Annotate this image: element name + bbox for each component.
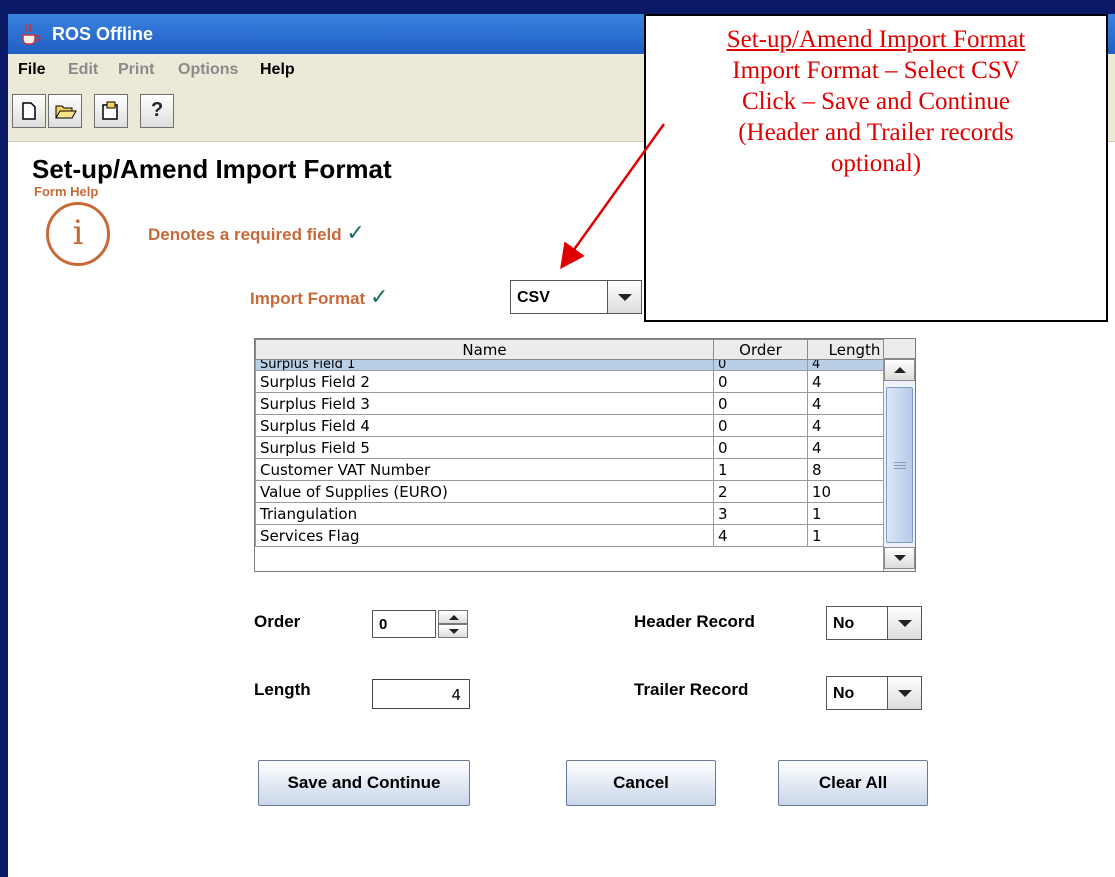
- length-label: Length: [254, 680, 311, 699]
- chevron-down-icon[interactable]: [887, 607, 921, 639]
- table-row[interactable]: Surplus Field 204: [255, 370, 902, 393]
- form-help-label[interactable]: Form Help: [34, 184, 98, 199]
- instruction-callout: Set-up/Amend Import Format Import Format…: [644, 14, 1108, 322]
- grip-icon: [894, 462, 906, 463]
- fields-table[interactable]: Name Order Length Surplus Field 1 0 4 Surpl…: [254, 338, 916, 572]
- chevron-down-icon[interactable]: [607, 281, 641, 313]
- callout-line: optional): [830, 150, 922, 177]
- cell-order[interactable]: 0: [713, 436, 808, 459]
- trailer-record-value: No: [833, 685, 855, 702]
- cell-name[interactable]: Triangulation: [255, 502, 714, 525]
- cell-order[interactable]: 0: [713, 359, 808, 371]
- import-format-select[interactable]: CSV: [510, 280, 642, 314]
- table-scrollbar[interactable]: [883, 359, 915, 571]
- help-button[interactable]: ?: [140, 94, 174, 128]
- open-button[interactable]: [48, 94, 82, 128]
- cell-order[interactable]: 0: [713, 414, 808, 437]
- table-row[interactable]: Surplus Field 504: [255, 436, 902, 459]
- check-icon: ✓: [369, 284, 389, 309]
- desktop-edge: [0, 0, 8, 877]
- table-row[interactable]: Surplus Field 104: [255, 359, 902, 371]
- order-label: Order: [254, 612, 301, 631]
- cell-order[interactable]: 0: [713, 370, 808, 393]
- order-spinner[interactable]: 0: [372, 610, 470, 638]
- menu-edit[interactable]: Edit: [68, 61, 98, 79]
- column-header-name[interactable]: Name: [255, 339, 714, 360]
- page-title: Set-up/Amend Import Format: [32, 154, 392, 184]
- save-and-continue-button[interactable]: Save and Continue: [258, 760, 470, 806]
- help-icon: ?: [151, 99, 164, 121]
- header-record-select[interactable]: No: [826, 606, 922, 640]
- cell-name[interactable]: Surplus Field 3: [255, 392, 714, 415]
- scroll-down-button[interactable]: [884, 547, 915, 569]
- table-row[interactable]: Surplus Field 304: [255, 392, 902, 415]
- required-note-text: Denotes a required field: [148, 225, 342, 244]
- table-corner: [883, 339, 915, 359]
- menu-print[interactable]: Print: [118, 61, 154, 79]
- menu-options[interactable]: Options: [178, 61, 238, 79]
- spinner-down-button[interactable]: [438, 624, 468, 638]
- import-button[interactable]: [94, 94, 128, 128]
- callout-line: (Header and Trailer records: [738, 119, 1014, 146]
- new-button[interactable]: [12, 94, 46, 128]
- table-row[interactable]: Triangulation 3 1: [255, 502, 902, 525]
- required-field-note: Denotes a required field ✓: [148, 220, 365, 246]
- length-field[interactable]: 4: [372, 679, 470, 709]
- menu-help[interactable]: Help: [260, 61, 295, 79]
- clear-all-button[interactable]: Clear All: [778, 760, 928, 806]
- order-value[interactable]: 0: [372, 610, 436, 638]
- table-row[interactable]: Customer VAT Number 1 8: [255, 458, 902, 481]
- chevron-down-icon[interactable]: [887, 677, 921, 709]
- import-format-label: Import Format ✓: [250, 284, 388, 310]
- cell-order[interactable]: 1: [713, 458, 808, 481]
- cell-name[interactable]: Customer VAT Number: [255, 458, 714, 481]
- import-format-label-text: Import Format: [250, 289, 366, 308]
- import-format-value: CSV: [517, 289, 550, 306]
- callout-line: Click – Save and Continue: [741, 88, 1011, 115]
- spinner-up-button[interactable]: [438, 610, 468, 624]
- info-icon[interactable]: i: [46, 202, 110, 266]
- callout-line: Import Format – Select CSV: [732, 57, 1020, 84]
- header-record-value: No: [833, 615, 855, 632]
- cell-name[interactable]: Services Flag: [255, 524, 714, 547]
- column-header-order[interactable]: Order: [713, 339, 808, 360]
- cell-name[interactable]: Surplus Field 1: [255, 359, 714, 371]
- callout-title: Set-up/Amend Import Format: [726, 26, 1026, 53]
- table-row[interactable]: Surplus Field 404: [255, 414, 902, 437]
- cell-order[interactable]: 2: [713, 480, 808, 503]
- trailer-record-select[interactable]: No: [826, 676, 922, 710]
- cell-order[interactable]: 3: [713, 502, 808, 525]
- info-glyph: i: [72, 213, 84, 253]
- fields-grid: Name Order Length Surplus Field 1 0 4 Surpl…: [255, 339, 902, 547]
- cell-name[interactable]: Surplus Field 2: [255, 370, 714, 393]
- table-row[interactable]: Services Flag 4 1: [255, 524, 902, 547]
- cell-name[interactable]: Surplus Field 5: [255, 436, 714, 459]
- scroll-thumb[interactable]: [886, 387, 913, 543]
- cell-name[interactable]: Value of Supplies (EURO): [255, 480, 714, 503]
- scroll-up-button[interactable]: [884, 359, 915, 381]
- cell-order[interactable]: 4: [713, 524, 808, 547]
- check-icon: ✓: [346, 220, 365, 245]
- menu-file[interactable]: File: [18, 61, 46, 79]
- cell-order[interactable]: 0: [713, 392, 808, 415]
- table-row[interactable]: Value of Supplies (EURO) 2 10: [255, 480, 902, 503]
- cell-name[interactable]: Surplus Field 4: [255, 414, 714, 437]
- window-title: ROS Offline: [52, 24, 154, 44]
- header-record-label: Header Record: [634, 612, 755, 631]
- cancel-button[interactable]: Cancel: [566, 760, 716, 806]
- java-cup-icon: [18, 23, 42, 50]
- trailer-record-label: Trailer Record: [634, 680, 749, 699]
